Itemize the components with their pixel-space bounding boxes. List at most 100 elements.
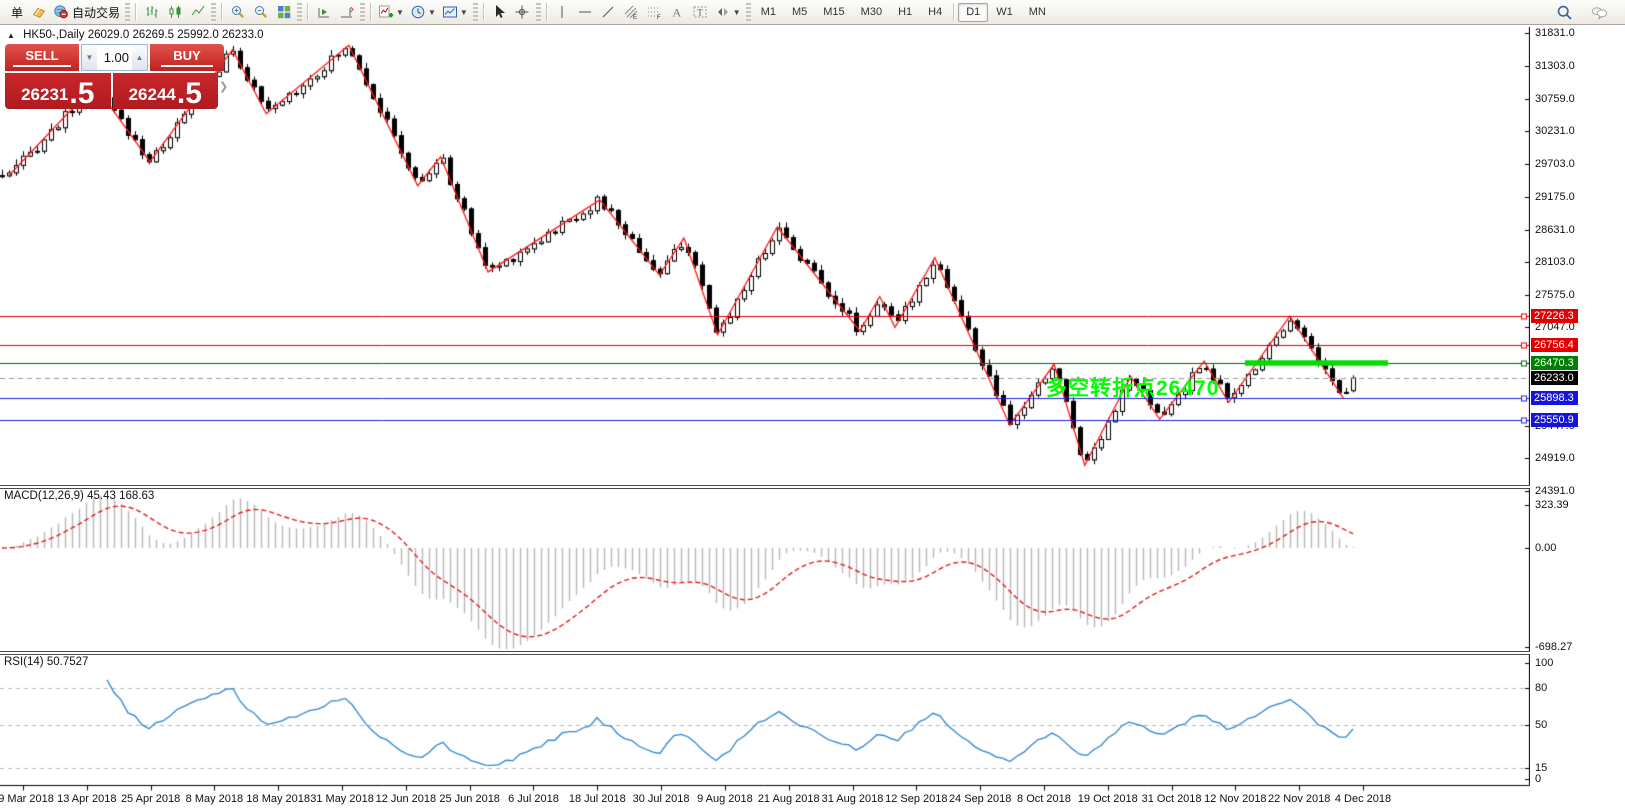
sell-button[interactable]: SELL [5, 44, 79, 71]
arrows-button[interactable]: ▼ [712, 2, 744, 23]
fibonacci-button[interactable]: F [643, 2, 666, 23]
price-chart-canvas[interactable] [0, 25, 1530, 812]
trendline-button[interactable] [597, 2, 620, 23]
periods-icon [410, 4, 426, 20]
price-level-label: 25550.9 [1531, 413, 1578, 427]
search-button[interactable] [1553, 2, 1576, 23]
price-tick: 80 [1535, 681, 1547, 695]
timeframe-m15-button[interactable]: M15 [815, 3, 852, 22]
chevron-down-icon[interactable]: ▼ [460, 8, 468, 17]
price-tick: 31303.0 [1535, 59, 1575, 73]
date-axis[interactable]: 29 Mar 201813 Apr 201825 Apr 20188 May 2… [0, 787, 1530, 812]
price-tick: 28631.0 [1535, 223, 1575, 237]
toolbar-grip[interactable] [746, 3, 751, 21]
chevron-down-icon[interactable]: ▼ [396, 8, 404, 17]
macd-panel-divider[interactable] [0, 485, 1625, 489]
price-tick: 24391.0 [1535, 484, 1575, 498]
chart-shift-icon [339, 4, 355, 20]
cursor-icon [491, 4, 507, 20]
volume-decrease-button[interactable]: ▼ [82, 45, 97, 70]
zoom-out-icon [253, 4, 269, 20]
auto-scroll-icon [316, 4, 332, 20]
zoom-in-icon [230, 4, 246, 20]
toolbar-separator [135, 3, 137, 21]
autotrading-icon [53, 4, 69, 20]
chart-collapse-icon[interactable]: ▲ [7, 31, 15, 40]
equidistant-channel-button[interactable]: E [620, 2, 643, 23]
one-click-trade-panel: SELL ▼ ▲ BUY 26231.5 26244.5 ❯ [5, 44, 218, 109]
chat-button[interactable] [1588, 2, 1611, 23]
timeframe-m1-button[interactable]: M1 [753, 3, 784, 22]
pivot-annotation[interactable]: 多空转折点26470 [1046, 372, 1219, 402]
indicators-button[interactable]: ▼ [375, 2, 407, 23]
text-label-button[interactable]: T [689, 2, 712, 23]
timeframe-d1-button[interactable]: D1 [958, 3, 988, 22]
candlestick-chart-button[interactable] [163, 2, 186, 23]
price-tick: 24919.0 [1535, 451, 1575, 465]
volume-increase-button[interactable]: ▲ [132, 45, 147, 70]
buy-button[interactable]: BUY [150, 44, 224, 71]
price-tick: 50 [1535, 718, 1547, 732]
bar-chart-button[interactable] [140, 2, 163, 23]
timeframe-mn-button[interactable]: MN [1021, 3, 1054, 22]
svg-text:F: F [657, 15, 661, 20]
buy-price[interactable]: 26244.5 [113, 73, 219, 109]
crosshair-icon [514, 4, 530, 20]
autotrading-button[interactable]: 自动交易 [50, 2, 123, 23]
timeframe-h1-button[interactable]: H1 [890, 3, 920, 22]
line-chart-icon [190, 4, 206, 20]
vline-icon [554, 4, 570, 20]
auto-scroll-button[interactable] [312, 2, 335, 23]
vertical-line-button[interactable] [551, 2, 574, 23]
line-chart-button[interactable] [186, 2, 209, 23]
price-tick: 29703.0 [1535, 157, 1575, 171]
history-center-button[interactable] [27, 2, 50, 23]
price-tick: 31831.0 [1535, 26, 1575, 40]
search-icon [1556, 4, 1573, 21]
volume-input[interactable] [97, 45, 132, 70]
toolbar-grip[interactable] [125, 3, 130, 21]
timeframe-w1-button[interactable]: W1 [988, 3, 1021, 22]
templates-button[interactable]: ▼ [439, 2, 471, 23]
zoom-out-button[interactable] [249, 2, 272, 23]
bar-chart-icon [144, 4, 160, 20]
toolbar-grip[interactable] [297, 3, 302, 21]
toolbar-separator [953, 3, 955, 21]
price-tick: -698.27 [1535, 640, 1572, 654]
chart-symbol-period: HK50-,Daily [23, 29, 84, 41]
toolbar-grip[interactable] [536, 3, 541, 21]
price-level-label: 26470.3 [1531, 356, 1578, 370]
chart-ohlc-values: 26029.0 26269.5 25992.0 26233.0 [88, 29, 264, 41]
price-tick: 323.39 [1535, 498, 1569, 512]
toolbar-grip[interactable] [211, 3, 216, 21]
chevron-down-icon[interactable]: ▼ [428, 8, 436, 17]
trade-panel-collapse-handle[interactable]: ❯ [219, 79, 228, 95]
rsi-label: RSI(14) 50.7527 [4, 656, 88, 668]
date-tick: 4 Dec 2018 [1323, 793, 1403, 805]
timeframe-m30-button[interactable]: M30 [853, 3, 890, 22]
cursor-button[interactable] [488, 2, 511, 23]
svg-text:T: T [697, 8, 703, 18]
crosshair-button[interactable] [511, 2, 534, 23]
toolbar-grip[interactable] [360, 3, 365, 21]
periods-button[interactable]: ▼ [407, 2, 439, 23]
toolbar-right-icons [1553, 2, 1611, 23]
zoom-in-button[interactable] [226, 2, 249, 23]
toolbar-grip[interactable] [473, 3, 478, 21]
timeframe-h4-button[interactable]: H4 [920, 3, 950, 22]
svg-text:A: A [673, 6, 682, 20]
timeframe-m5-button[interactable]: M5 [784, 3, 815, 22]
rsi-panel-divider[interactable] [0, 651, 1625, 655]
tile-windows-button[interactable] [272, 2, 295, 23]
price-axis[interactable]: 31831.031303.030759.030231.029703.029175… [1530, 25, 1625, 787]
toolbar: 单 自动交易 ▼ ▼ ▼ E F A T ▼ M1M5M15M30H1H4 D1W1MN [0, 0, 1625, 25]
chevron-down-icon[interactable]: ▼ [733, 8, 741, 17]
chart-shift-button[interactable] [335, 2, 358, 23]
sell-price[interactable]: 26231.5 [5, 73, 111, 109]
toolbar-separator [370, 3, 372, 21]
horizontal-line-button[interactable] [574, 2, 597, 23]
text-button[interactable]: A [666, 2, 689, 23]
new-order-button-label: 单 [11, 4, 23, 21]
arrows-icon [715, 4, 731, 20]
new-order-button[interactable]: 单 [4, 2, 27, 23]
